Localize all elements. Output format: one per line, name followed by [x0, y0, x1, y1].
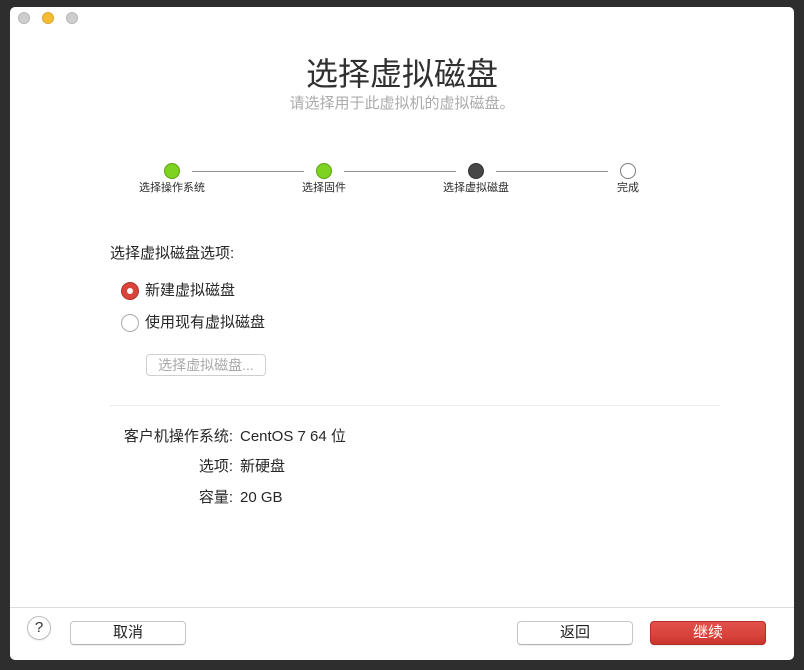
- step-label-firmware: 选择固件: [302, 182, 346, 194]
- summary-value: CentOS 7 64 位: [240, 428, 346, 445]
- radio-button-existing-disk[interactable]: [121, 314, 139, 332]
- close-window-button[interactable]: [18, 12, 30, 24]
- summary-value: 新硬盘: [240, 458, 286, 475]
- summary-row-option: 选项: 新硬盘: [10, 457, 794, 477]
- step-label-virtual-disk: 选择虚拟磁盘: [443, 182, 509, 194]
- page-title: 选择虚拟磁盘: [305, 56, 498, 92]
- step-connector: [496, 171, 608, 172]
- footer-separator: [10, 607, 794, 608]
- summary-label: 客户机操作系统:: [123, 428, 233, 445]
- step-connector: [344, 171, 456, 172]
- zoom-window-button[interactable]: [66, 12, 78, 24]
- step-indicator-finish: [620, 163, 636, 179]
- continue-button[interactable]: 继续: [650, 621, 766, 645]
- section-divider: [110, 405, 720, 406]
- help-button[interactable]: ?: [27, 616, 51, 640]
- progress-stepper: 选择操作系统 选择固件 选择虚拟磁盘 完成: [10, 157, 794, 197]
- summary-label: 选项:: [198, 458, 233, 475]
- disk-options-heading: 选择虚拟磁盘选项:: [110, 245, 235, 262]
- step-indicator-firmware: [316, 163, 332, 179]
- radio-button-new-disk[interactable]: [121, 282, 139, 300]
- radio-label: 使用现有虚拟磁盘: [145, 314, 266, 331]
- summary-label: 容量:: [198, 489, 233, 506]
- step-indicator-os: [164, 163, 180, 179]
- step-label-finish: 完成: [617, 182, 639, 194]
- radio-new-virtual-disk[interactable]: 新建虚拟磁盘: [121, 281, 235, 301]
- summary-value: 20 GB: [240, 489, 283, 506]
- summary-row-capacity: 容量: 20 GB: [10, 488, 794, 508]
- cancel-button[interactable]: 取消: [70, 621, 186, 645]
- step-indicator-virtual-disk: [468, 163, 484, 179]
- step-connector: [192, 171, 304, 172]
- radio-label: 新建虚拟磁盘: [145, 282, 236, 299]
- step-label-os: 选择操作系统: [139, 182, 205, 194]
- help-icon: ?: [34, 619, 44, 636]
- choose-virtual-disk-button[interactable]: 选择虚拟磁盘...: [146, 354, 266, 376]
- new-vm-assistant-window: 选择虚拟磁盘 请选择用于此虚拟机的虚拟磁盘。 选择操作系统 选择固件 选择虚拟磁…: [10, 7, 794, 660]
- back-button[interactable]: 返回: [517, 621, 633, 645]
- summary-row-guest-os: 客户机操作系统: CentOS 7 64 位: [10, 427, 794, 447]
- page-subtitle: 请选择用于此虚拟机的虚拟磁盘。: [289, 95, 515, 112]
- radio-existing-virtual-disk[interactable]: 使用现有虚拟磁盘: [121, 313, 265, 333]
- minimize-window-button[interactable]: [42, 12, 54, 24]
